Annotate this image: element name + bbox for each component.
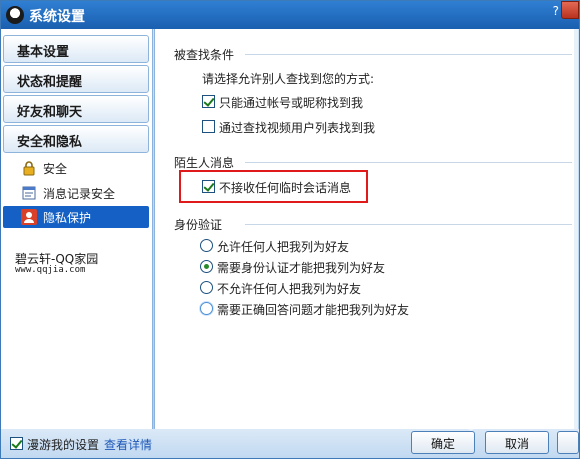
ok-button[interactable]: 确定	[411, 431, 475, 454]
settings-content: 被查找条件 请选择允许别人查找到您的方式: 只能通过帐号或昵称找到我 通过查找视…	[154, 29, 578, 429]
section-divider	[245, 162, 572, 163]
lock-icon	[21, 160, 37, 176]
section-title-identity: 身份验证	[174, 218, 223, 232]
label-allow-anyone: 允许任何人把我列为好友	[217, 240, 350, 254]
label-disallow-all: 不允许任何人把我列为好友	[217, 282, 362, 296]
sidebar-item-privacy[interactable]: 隐私保护	[3, 206, 149, 228]
cancel-button[interactable]: 取消	[485, 431, 549, 454]
close-button[interactable]	[561, 1, 579, 19]
settings-window: 系统设置 ? 基本设置 状态和提醒 好友和聊天 安全和隐私 安全 消息记录安全 …	[0, 0, 580, 459]
checkbox-find-by-video-list[interactable]	[202, 120, 215, 133]
radio-require-verification[interactable]	[200, 260, 213, 273]
privacy-user-icon	[21, 209, 37, 225]
label-find-by-account: 只能通过帐号或昵称找到我	[219, 96, 364, 110]
label-require-answer: 需要正确回答问题才能把我列为好友	[217, 303, 410, 317]
radio-disallow-all[interactable]	[200, 281, 213, 294]
checkbox-roaming-settings[interactable]	[10, 437, 23, 450]
sidebar-category-basic[interactable]: 基本设置	[3, 35, 149, 63]
sidebar: 基本设置 状态和提醒 好友和聊天 安全和隐私 安全 消息记录安全 隐私保护 碧云…	[1, 29, 153, 429]
window-title: 系统设置	[29, 9, 85, 25]
label-block-temp-messages: 不接收任何临时会话消息	[219, 181, 352, 195]
sidebar-item-label: 安全	[43, 162, 68, 176]
label-find-by-video-list: 通过查找视频用户列表找到我	[219, 121, 376, 135]
radio-allow-anyone[interactable]	[200, 239, 213, 252]
sidebar-item-message-record[interactable]: 消息记录安全	[3, 182, 149, 204]
section-divider	[245, 224, 572, 225]
label-roaming-settings: 漫游我的设置	[27, 438, 100, 452]
checkbox-block-temp-messages[interactable]	[202, 180, 215, 193]
section-title-stranger: 陌生人消息	[174, 156, 235, 170]
details-link[interactable]: 查看详情	[104, 436, 152, 453]
sidebar-category-friends[interactable]: 好友和聊天	[3, 95, 149, 123]
apply-button[interactable]	[557, 431, 579, 454]
section-divider	[245, 54, 572, 55]
brand-url: www.qqjia.com	[15, 265, 86, 275]
sidebar-category-status[interactable]: 状态和提醒	[3, 65, 149, 93]
label-require-verification: 需要身份认证才能把我列为好友	[217, 261, 386, 275]
help-button[interactable]: ?	[553, 4, 559, 18]
sidebar-item-label: 隐私保护	[43, 211, 92, 225]
qq-penguin-icon	[6, 6, 24, 24]
message-record-icon	[21, 185, 37, 201]
checkbox-find-by-account[interactable]	[202, 95, 215, 108]
search-prompt: 请选择允许别人查找到您的方式:	[202, 72, 375, 86]
sidebar-item-security[interactable]: 安全	[3, 157, 149, 179]
sidebar-item-label: 消息记录安全	[43, 187, 116, 201]
scrollbar[interactable]	[574, 29, 578, 429]
sidebar-category-security[interactable]: 安全和隐私	[3, 125, 149, 153]
section-title-search: 被查找条件	[174, 48, 235, 62]
radio-require-answer[interactable]	[200, 302, 213, 315]
title-bar: 系统设置 ?	[1, 1, 579, 29]
